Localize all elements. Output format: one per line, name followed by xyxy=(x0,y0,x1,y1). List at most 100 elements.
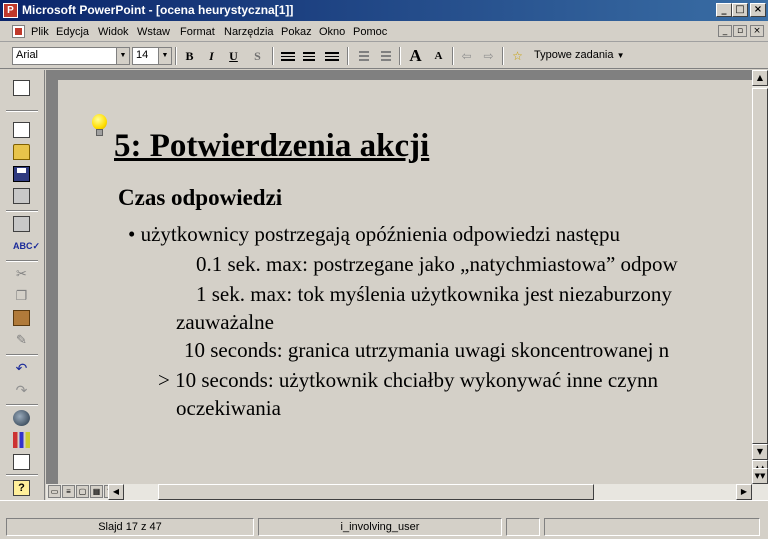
decrease-font-button[interactable]: A xyxy=(428,47,449,66)
promote-icon[interactable]: ⇦ xyxy=(456,47,477,66)
doc-close-button[interactable]: × xyxy=(750,25,764,37)
font-name-value: Arial xyxy=(16,49,39,61)
standard-toolbar-vertical: ABC✓ ✂ ❐ ✎ ↶ ↷ ? xyxy=(0,70,45,510)
font-size-value: 14 xyxy=(136,49,149,61)
undo-icon[interactable]: ↶ xyxy=(13,360,30,376)
menu-slideshow[interactable]: Pokaz xyxy=(281,26,312,38)
font-size-combo[interactable]: 14 ▼ xyxy=(132,47,172,65)
cut-icon[interactable]: ✂ xyxy=(13,266,30,282)
task-pane-button[interactable]: Typowe zadania ▼ xyxy=(534,49,624,61)
email-icon[interactable] xyxy=(13,188,30,204)
redo-icon[interactable]: ↷ xyxy=(13,382,30,398)
font-name-combo[interactable]: Arial ▼ xyxy=(12,47,130,65)
align-center-icon[interactable] xyxy=(303,52,315,61)
numbered-list-icon[interactable] xyxy=(355,50,369,62)
status-spare-panel xyxy=(544,518,760,536)
toolbar-separator xyxy=(399,47,401,65)
doc-minimize-button[interactable]: _ xyxy=(718,25,732,37)
save-icon[interactable] xyxy=(13,166,30,182)
normal-view-icon[interactable]: ▭ xyxy=(48,485,61,498)
paste-icon[interactable] xyxy=(13,310,30,326)
task-pane-label: Typowe zadania xyxy=(534,49,614,61)
slide-subheading[interactable]: Czas odpowiedzi xyxy=(118,185,282,211)
increase-font-button[interactable]: A xyxy=(405,47,426,66)
bullet-line[interactable]: • użytkownicy postrzegają opóźnienia odp… xyxy=(128,222,620,247)
menu-tools[interactable]: Narzędzia xyxy=(224,26,274,38)
toolbar-separator xyxy=(6,354,38,356)
scroll-right-icon[interactable]: ▶ xyxy=(736,484,752,500)
next-slide-icon[interactable]: ▼▼ xyxy=(752,468,768,484)
vertical-scrollbar[interactable]: ▲ ▼ ▲▲ ▼▼ xyxy=(752,70,768,484)
expand-icon[interactable] xyxy=(13,454,30,470)
open-folder-icon[interactable] xyxy=(13,144,30,160)
menu-file[interactable]: Plik xyxy=(31,26,49,38)
scroll-up-icon[interactable]: ▲ xyxy=(752,70,768,86)
horizontal-scroll-thumb[interactable] xyxy=(158,484,594,500)
body-line-5[interactable]: > 10 seconds: użytkownik chciałby wykony… xyxy=(158,368,658,393)
italic-button[interactable]: I xyxy=(201,47,222,66)
toolbar-separator xyxy=(452,47,454,65)
chevron-down-icon[interactable]: ▼ xyxy=(158,48,171,64)
slide-view-icon[interactable]: ▢ xyxy=(76,485,89,498)
copy-icon[interactable]: ❐ xyxy=(13,288,30,304)
doc-restore-button[interactable]: ▫ xyxy=(733,25,747,37)
status-bar: Slajd 17 z 47 i_involving_user xyxy=(0,516,768,539)
close-button[interactable]: × xyxy=(750,3,766,17)
body-line-2[interactable]: 1 sek. max: tok myślenia użytkownika jes… xyxy=(196,282,672,307)
powerpoint-app-icon[interactable]: P xyxy=(3,3,18,18)
menu-format[interactable]: Format xyxy=(180,26,215,38)
chevron-down-icon[interactable]: ▼ xyxy=(116,48,129,64)
toolbar-separator xyxy=(6,110,38,112)
formatting-toolbar: Arial ▼ 14 ▼ B I U S A A ⇦ ⇨ ☆ Typowe za… xyxy=(0,43,768,69)
chart-icon[interactable] xyxy=(13,432,30,448)
star-icon[interactable]: ☆ xyxy=(507,47,528,66)
lightbulb-icon[interactable] xyxy=(90,114,108,140)
menu-edit[interactable]: Edycja xyxy=(56,26,89,38)
menu-view[interactable]: Widok xyxy=(98,26,129,38)
menu-help[interactable]: Pomoc xyxy=(353,26,387,38)
scroll-left-icon[interactable]: ◀ xyxy=(108,484,124,500)
vertical-scroll-thumb[interactable] xyxy=(752,88,768,444)
body-line-3[interactable]: zauważalne xyxy=(176,310,274,335)
maximize-button[interactable]: □ xyxy=(732,3,748,17)
toolbar-separator xyxy=(6,260,38,262)
window-title: Microsoft PowerPoint - [ocena heurystycz… xyxy=(22,3,294,17)
hyperlink-icon[interactable] xyxy=(13,410,30,426)
toolbar-separator xyxy=(175,47,177,65)
minimize-button[interactable]: _ xyxy=(716,3,732,17)
toolbar-separator xyxy=(6,474,38,476)
sorter-view-icon[interactable]: ▦ xyxy=(90,485,103,498)
format-painter-icon[interactable]: ✎ xyxy=(13,332,30,348)
scroll-down-icon[interactable]: ▼ xyxy=(752,444,768,460)
toolbar-separator xyxy=(272,47,274,65)
body-line-6[interactable]: oczekiwania xyxy=(176,396,281,421)
help-icon[interactable]: ? xyxy=(13,480,30,496)
menu-window[interactable]: Okno xyxy=(319,26,345,38)
new-file-icon[interactable] xyxy=(13,122,30,138)
language-panel xyxy=(506,518,540,536)
document-icon[interactable] xyxy=(12,25,25,38)
demote-icon[interactable]: ⇨ xyxy=(478,47,499,66)
slide-title[interactable]: 5: Potwierdzenia akcji xyxy=(114,128,429,165)
toolbar-separator xyxy=(502,47,504,65)
shadow-button[interactable]: S xyxy=(247,47,268,66)
outline-view-icon[interactable] xyxy=(13,80,30,96)
menu-insert[interactable]: Wstaw xyxy=(137,26,170,38)
align-left-icon[interactable] xyxy=(281,52,295,61)
body-line-4[interactable]: 10 seconds: granica utrzymania uwagi sko… xyxy=(184,338,669,363)
align-right-icon[interactable] xyxy=(325,52,339,61)
outline-view-icon[interactable]: ≡ xyxy=(62,485,75,498)
toolbar-separator xyxy=(6,404,38,406)
bold-button[interactable]: B xyxy=(179,47,200,66)
print-icon[interactable] xyxy=(13,216,30,232)
drawing-toolbar-strip xyxy=(0,500,768,516)
chevron-down-icon: ▼ xyxy=(616,51,625,60)
menu-bar: Plik Edycja Widok Wstaw Format Narzędzia… xyxy=(0,21,768,42)
underline-button[interactable]: U xyxy=(223,47,244,66)
bulleted-list-icon[interactable] xyxy=(377,50,391,62)
title-bar: P Microsoft PowerPoint - [ocena heurysty… xyxy=(0,0,768,21)
horizontal-scrollbar[interactable]: ▭ ≡ ▢ ▦ ▽ ◀ ▶ xyxy=(46,484,768,500)
body-line-1[interactable]: 0.1 sek. max: postrzegane jako „natychmi… xyxy=(196,252,678,277)
spellcheck-icon[interactable]: ABC✓ xyxy=(13,238,40,254)
design-template-name: i_involving_user xyxy=(258,518,502,536)
